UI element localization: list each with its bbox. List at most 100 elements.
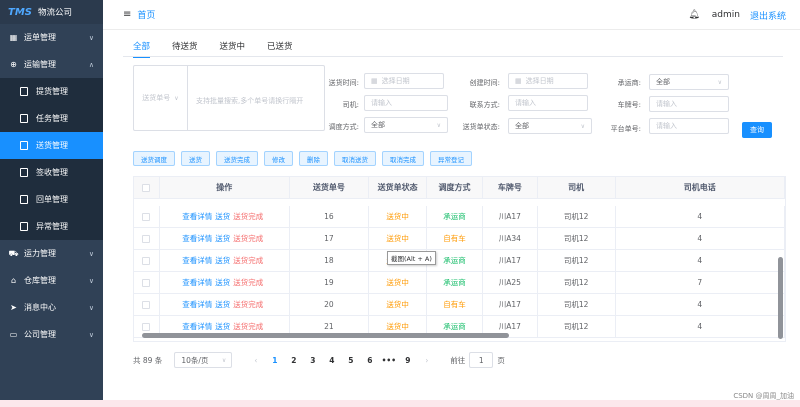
deliver-link[interactable]: 送货 (215, 277, 230, 288)
breadcrumb-home[interactable]: 首页 (137, 8, 155, 21)
complete-link[interactable]: 送货完成 (233, 211, 263, 222)
table-row[interactable]: 查看详情 送货 送货完成 20 送货中 自有车 川A17 司机12 4 (134, 294, 785, 316)
dispatch-select[interactable]: 全部 ∨ (364, 117, 448, 133)
page-number[interactable]: 2 (284, 356, 303, 365)
view-detail-link[interactable]: 查看详情 (182, 321, 212, 332)
cell-plate: 川A25 (483, 272, 538, 293)
row-checkbox[interactable] (142, 256, 151, 265)
complete-link[interactable]: 送货完成 (233, 299, 263, 310)
complete-button[interactable]: 送货完成 (216, 151, 258, 166)
col-header-plate: 车牌号 (483, 177, 538, 198)
sidebar-item-0[interactable]: ▦ 运单管理 ∨ (0, 24, 103, 51)
plate-input[interactable]: 请输入 (649, 96, 729, 112)
horizontal-scrollbar[interactable] (134, 333, 785, 339)
complete-link[interactable]: 送货完成 (233, 233, 263, 244)
bottom-strip (0, 400, 800, 407)
cancel-delivery-button[interactable]: 取消送货 (334, 151, 376, 166)
batch-search-box: 送货单号 ∨ 支持批量搜索,多个单号请换行隔开 (133, 65, 325, 131)
delete-button[interactable]: 删除 (299, 151, 328, 166)
send-icon: ➤ (10, 303, 17, 312)
deliver-link[interactable]: 送货 (215, 255, 230, 266)
sidebar-item-1[interactable]: ⊕ 运输管理 ∧ (0, 51, 103, 78)
sidebar-item-4[interactable]: 送货管理 (0, 132, 103, 159)
view-detail-link[interactable]: 查看详情 (182, 211, 212, 222)
top-header: ≡ 首页 🔔︎ admin 退出系统 (103, 0, 800, 30)
table-row[interactable]: 查看详情 送货 送货完成 17 送货中 自有车 川A34 司机12 4 (134, 228, 785, 250)
view-detail-link[interactable]: 查看详情 (182, 277, 212, 288)
complete-link[interactable]: 送货完成 (233, 321, 263, 332)
deliver-link[interactable]: 送货 (215, 211, 230, 222)
contact-input[interactable]: 请输入 (508, 95, 588, 111)
row-checkbox[interactable] (142, 322, 151, 331)
platform-no-input[interactable]: 请输入 (649, 118, 729, 134)
row-checkbox[interactable] (142, 234, 151, 243)
next-page-button[interactable]: › (425, 356, 428, 365)
page-number[interactable]: 3 (303, 356, 322, 365)
cell-driver: 司机12 (538, 272, 616, 293)
sidebar-item-2[interactable]: 提货管理 (0, 78, 103, 105)
sidebar-item-11[interactable]: ▭ 公司管理 ∨ (0, 321, 103, 348)
page-number[interactable]: 9 (398, 356, 417, 365)
vscroll-thumb[interactable] (778, 257, 783, 339)
batch-numbers-input[interactable]: 支持批量搜索,多个单号请换行隔开 (196, 96, 303, 106)
deliver-link[interactable]: 送货 (215, 233, 230, 244)
prev-page-button[interactable]: ‹ (254, 356, 257, 365)
chevron-down-icon: ∨ (88, 276, 94, 285)
carrier-select[interactable]: 全部 ∨ (649, 74, 729, 90)
table-row[interactable]: 查看详情 送货 送货完成 16 送货中 承运商 川A17 司机12 4 (134, 206, 785, 228)
dispatch-button[interactable]: 送货调度 (133, 151, 175, 166)
query-button[interactable]: 查询 (742, 122, 772, 138)
sidebar-item-6[interactable]: 回单管理 (0, 186, 103, 213)
sidebar-item-10[interactable]: ➤ 消息中心 ∨ (0, 294, 103, 321)
view-detail-link[interactable]: 查看详情 (182, 255, 212, 266)
edit-button[interactable]: 修改 (264, 151, 293, 166)
page-number[interactable]: 4 (322, 356, 341, 365)
row-checkbox[interactable] (142, 300, 151, 309)
driver-input[interactable]: 请输入 (364, 95, 448, 111)
create-time-picker[interactable]: ▦ 选择日期 (508, 73, 588, 89)
exception-register-button[interactable]: 异常登记 (430, 151, 472, 166)
plus-circle-icon: ⊕ (10, 60, 17, 69)
complete-link[interactable]: 送货完成 (233, 277, 263, 288)
logo[interactable]: TMS 物流公司 (0, 0, 103, 24)
hscroll-thumb[interactable] (142, 333, 509, 338)
deliver-link[interactable]: 送货 (215, 299, 230, 310)
sidebar: TMS 物流公司 ▦ 运单管理 ∨ ⊕ 运输管理 ∧ 提货管理 任务管理 送货管理 签收管理 回单管… (0, 0, 103, 400)
view-detail-link[interactable]: 查看详情 (182, 299, 212, 310)
complete-link[interactable]: 送货完成 (233, 255, 263, 266)
select-all-checkbox[interactable] (142, 183, 151, 192)
sidebar-item-9[interactable]: ⌂ 仓库管理 ∨ (0, 267, 103, 294)
delivery-time-picker[interactable]: ▦ 选择日期 (364, 73, 444, 89)
cancel-complete-button[interactable]: 取消完成 (382, 151, 424, 166)
table-row[interactable]: 查看详情 送货 送货完成 19 送货中 承运商 川A25 司机12 7 (134, 272, 785, 294)
goto-page-input[interactable]: 1 (469, 352, 494, 368)
vertical-scrollbar[interactable] (778, 199, 783, 339)
cell-dispatch-way: 自有车 (427, 294, 483, 315)
deliver-link[interactable]: 送货 (215, 321, 230, 332)
page-ellipsis[interactable]: ••• (379, 356, 398, 365)
row-operations: 查看详情 送货 送货完成 (160, 250, 290, 271)
status-select[interactable]: 全部 ∨ (508, 118, 592, 134)
contact-label: 联系方式: (469, 101, 500, 109)
table-row[interactable]: 查看详情送货送货完成18送货中承运商川A17司机124 (134, 250, 785, 272)
table-header: 操作 送货单号 送货单状态 调度方式 车牌号 司机 司机电话 (134, 177, 785, 199)
bell-icon[interactable]: 🔔︎ (688, 10, 699, 20)
page-size-select[interactable]: 10条/页 ∨ (174, 352, 233, 368)
page-number[interactable]: 1 (265, 356, 284, 365)
batch-type-select[interactable]: 送货单号 ∨ (134, 66, 188, 130)
page-number[interactable]: 5 (341, 356, 360, 365)
hamburger-icon[interactable]: ≡ (123, 9, 131, 20)
sidebar-item-3[interactable]: 任务管理 (0, 105, 103, 132)
row-checkbox[interactable] (142, 278, 151, 287)
logo-text: 物流公司 (37, 8, 72, 18)
view-detail-link[interactable]: 查看详情 (182, 233, 212, 244)
sidebar-item-5[interactable]: 签收管理 (0, 159, 103, 186)
sidebar-item-8[interactable]: ⛟ 运力管理 ∨ (0, 240, 103, 267)
page-number[interactable]: 6 (360, 356, 379, 365)
row-checkbox[interactable] (142, 212, 151, 221)
logout-link[interactable]: 退出系统 (750, 9, 786, 22)
deliver-button[interactable]: 送货 (181, 151, 210, 166)
sidebar-item-7[interactable]: 异常管理 (0, 213, 103, 240)
chevron-down-icon: ∨ (88, 330, 94, 339)
row-operations: 查看详情 送货 送货完成 (160, 272, 290, 293)
